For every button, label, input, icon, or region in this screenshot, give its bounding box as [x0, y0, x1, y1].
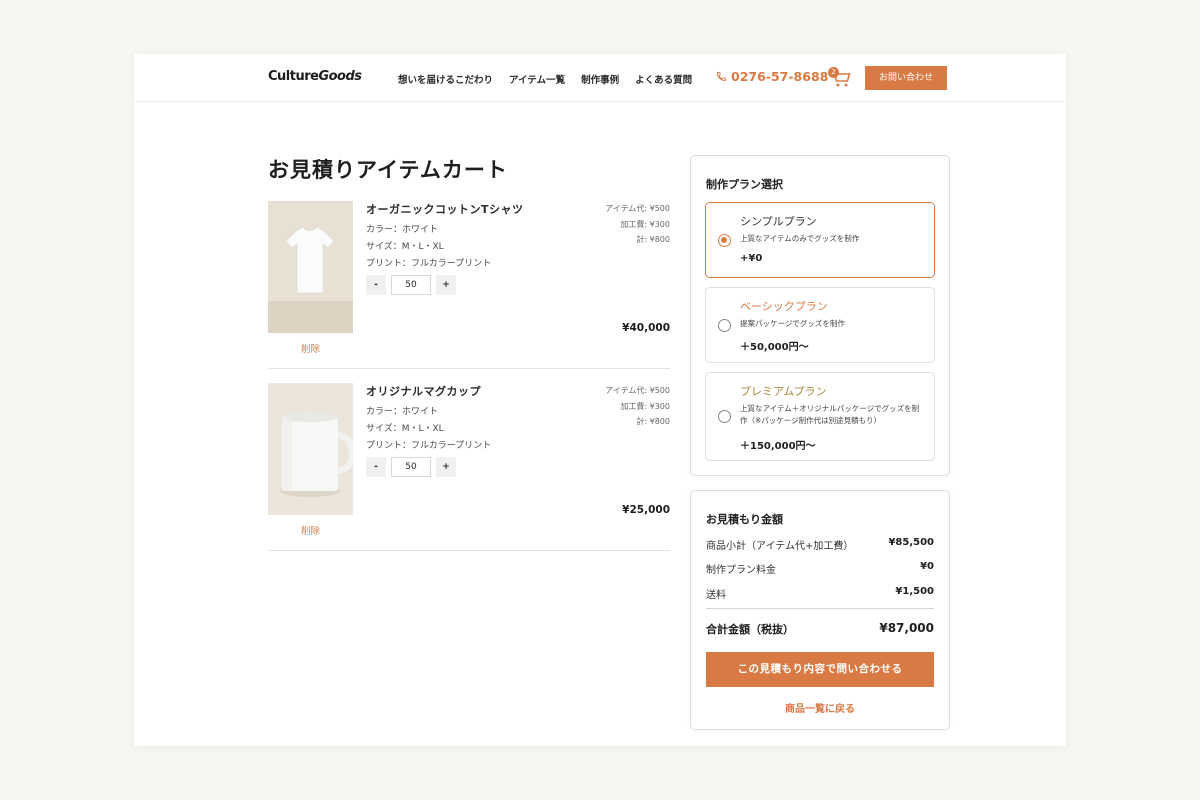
- item-print: プリント：フルカラープリント: [366, 259, 492, 269]
- delete-button[interactable]: 削除: [268, 341, 353, 355]
- unit-total: 計: ¥800: [636, 417, 670, 426]
- quantity-minus-button[interactable]: -: [366, 275, 386, 295]
- nav-item-works[interactable]: 制作事例: [581, 72, 619, 86]
- plan-name: シンプルプラン: [740, 215, 817, 228]
- quantity-stepper: - 50 +: [366, 275, 456, 295]
- subtotal-value: ¥85,500: [888, 537, 934, 548]
- plan-fee-value: ¥0: [920, 561, 934, 572]
- subtotal-row: 商品小計（アイテム代+加工費） ¥85,500: [706, 537, 934, 552]
- estimate-summary-panel: お見積もり金額 商品小計（アイテム代+加工費） ¥85,500 制作プラン料金 …: [690, 490, 950, 730]
- plan-description: 提案パッケージでグッズを制作: [740, 319, 845, 328]
- quantity-minus-button[interactable]: -: [366, 457, 386, 477]
- plan-price: +¥0: [740, 253, 763, 264]
- page-title: お見積りアイテムカート: [268, 158, 508, 182]
- delete-button[interactable]: 削除: [268, 523, 353, 537]
- phone-link[interactable]: 0276-57-8688: [716, 69, 828, 84]
- item-total: ¥25,000: [622, 504, 670, 516]
- quantity-input[interactable]: 50: [391, 457, 431, 477]
- plan-description: 上質なアイテム＋オリジナルパッケージでグッズを制作（※パッケージ制作代は別途見積…: [740, 404, 920, 425]
- phone-number: 0276-57-8688: [731, 69, 829, 84]
- cart-count-badge: 2: [828, 67, 839, 78]
- shipping-row: 送料 ¥1,500: [706, 586, 934, 601]
- plan-radio[interactable]: [718, 234, 731, 247]
- process-price: 加工費: ¥300: [620, 401, 670, 411]
- quantity-plus-button[interactable]: +: [436, 275, 456, 295]
- plan-option-basic[interactable]: ベーシックプラン 提案パッケージでグッズを制作 ＋50,000円〜: [705, 287, 935, 363]
- unit-total: 計: ¥800: [636, 235, 670, 244]
- process-price: 加工費: ¥300: [620, 219, 670, 229]
- plan-price: ＋150,000円〜: [740, 441, 816, 452]
- subtotal-label: 商品小計（アイテム代+加工費）: [706, 541, 854, 552]
- plan-selection-panel: 制作プラン選択 シンプルプラン 上質なアイテムのみでグッズを制作 +¥0 ベーシ…: [690, 155, 950, 476]
- logo-text-italic: Goods: [318, 69, 362, 84]
- summary-divider: [706, 608, 934, 609]
- submit-estimate-button[interactable]: この見積もり内容で問い合わせる: [706, 652, 934, 687]
- plan-name: ベーシックプラン: [740, 300, 828, 313]
- summary-title: お見積もり金額: [706, 513, 783, 526]
- item-name: オリジナルマグカップ: [366, 385, 481, 398]
- mug-image: [268, 383, 353, 515]
- price-breakdown: アイテム代: ¥500 加工費: ¥300 計: ¥800: [605, 201, 670, 248]
- cart-button[interactable]: 2: [828, 67, 852, 88]
- item-size: サイズ：M・L・XL: [366, 424, 444, 434]
- item-price: アイテム代: ¥500: [605, 204, 670, 213]
- item-name: オーガニックコットンTシャツ: [366, 203, 524, 216]
- plan-option-premium[interactable]: プレミアムプラン 上質なアイテム＋オリジナルパッケージでグッズを制作（※パッケー…: [705, 372, 935, 461]
- grand-total-value: ¥87,000: [879, 621, 934, 635]
- shipping-label: 送料: [706, 590, 726, 601]
- site-logo[interactable]: CultureGoods: [268, 69, 362, 84]
- item-price: アイテム代: ¥500: [605, 386, 670, 395]
- quantity-plus-button[interactable]: +: [436, 457, 456, 477]
- plan-radio[interactable]: [718, 319, 731, 332]
- plan-fee-row: 制作プラン料金 ¥0: [706, 561, 934, 576]
- nav-item-kodawari[interactable]: 想いを届けるこだわり: [398, 72, 493, 86]
- plan-fee-label: 制作プラン料金: [706, 565, 776, 576]
- plan-option-simple[interactable]: シンプルプラン 上質なアイテムのみでグッズを制作 +¥0: [705, 202, 935, 278]
- nav-item-items[interactable]: アイテム一覧: [509, 72, 565, 86]
- logo-text: Culture: [268, 69, 319, 84]
- plan-name: プレミアムプラン: [740, 385, 827, 398]
- cart-item: 削除 オリジナルマグカップ カラー：ホワイト サイズ：M・L・XL プリント：フ…: [268, 383, 670, 551]
- plan-panel-title: 制作プラン選択: [706, 178, 783, 191]
- site-header: CultureGoods 想いを届けるこだわり アイテム一覧 制作事例 よくある…: [134, 54, 1066, 102]
- back-to-items-link[interactable]: 商品一覧に戻る: [706, 700, 934, 715]
- item-size: サイズ：M・L・XL: [366, 242, 444, 252]
- plan-description: 上質なアイテムのみでグッズを制作: [740, 234, 860, 243]
- item-print: プリント：フルカラープリント: [366, 441, 492, 451]
- phone-icon: [716, 71, 727, 82]
- shipping-value: ¥1,500: [895, 586, 934, 597]
- main-nav: 想いを届けるこだわり アイテム一覧 制作事例 よくある質問: [398, 72, 692, 86]
- tshirt-image: [268, 201, 353, 333]
- item-total: ¥40,000: [622, 322, 670, 334]
- price-breakdown: アイテム代: ¥500 加工費: ¥300 計: ¥800: [605, 383, 670, 430]
- grand-total-label: 合計金額（税抜）: [706, 623, 794, 636]
- cart-item: 削除 オーガニックコットンTシャツ カラー：ホワイト サイズ：M・L・XL プリ…: [268, 201, 670, 369]
- nav-item-faq[interactable]: よくある質問: [635, 72, 692, 86]
- quantity-stepper: - 50 +: [366, 457, 456, 477]
- page-window: CultureGoods 想いを届けるこだわり アイテム一覧 制作事例 よくある…: [134, 54, 1066, 746]
- quantity-input[interactable]: 50: [391, 275, 431, 295]
- grand-total-row: 合計金額（税抜） ¥87,000: [706, 621, 934, 637]
- item-color: カラー：ホワイト: [366, 407, 439, 417]
- contact-button[interactable]: お問い合わせ: [865, 66, 947, 90]
- plan-radio[interactable]: [718, 410, 731, 423]
- plan-price: ＋50,000円〜: [740, 342, 809, 353]
- item-color: カラー：ホワイト: [366, 225, 439, 235]
